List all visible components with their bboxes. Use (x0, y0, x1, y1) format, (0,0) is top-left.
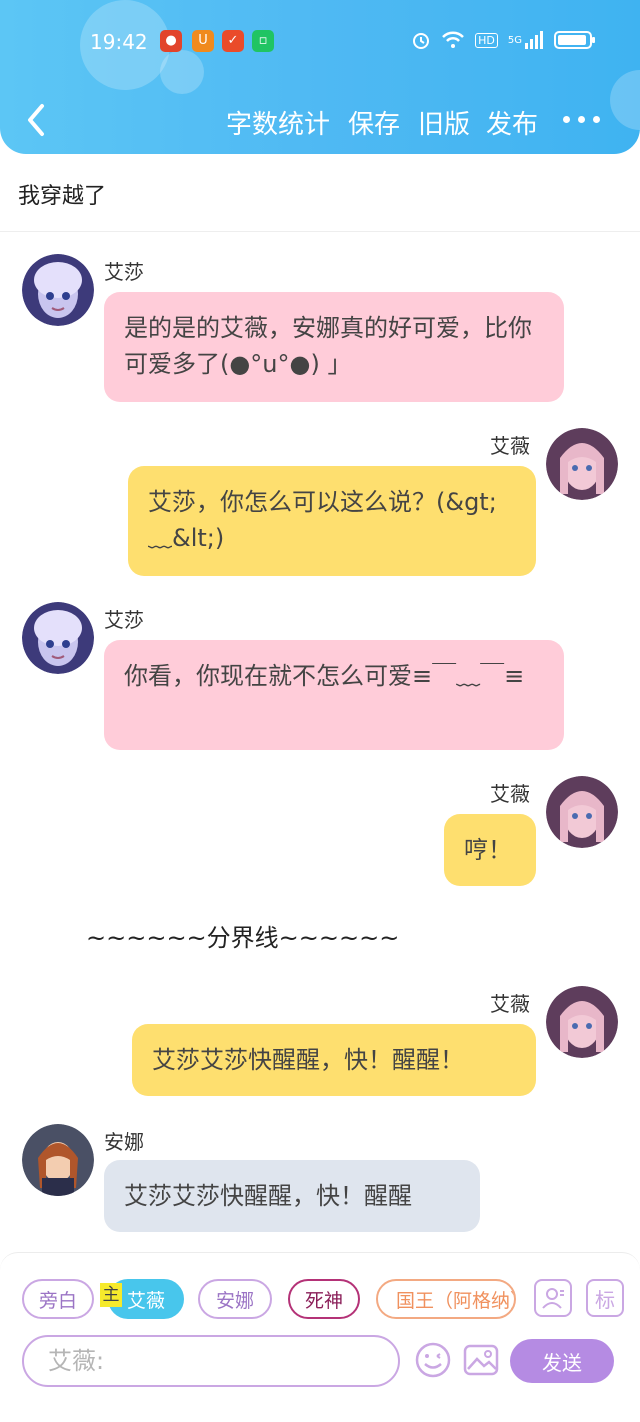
send-button[interactable]: 发送 (510, 1339, 614, 1383)
role-chip-king[interactable]: 国王（阿格纳） (376, 1279, 516, 1319)
shopping-app-icon: ✓ (222, 30, 244, 52)
battery-icon (554, 31, 595, 49)
notification-app-icon: ● (160, 30, 182, 52)
message-input[interactable]: 艾薇: (22, 1335, 400, 1387)
sender-name: 艾薇 (490, 992, 530, 1016)
market-app-icon: ▫ (252, 30, 274, 52)
character-manager-icon[interactable] (534, 1279, 572, 1317)
status-bar: 19:42 ● U ✓ ▫ HD 5G (0, 26, 640, 60)
avatar-avie[interactable] (546, 986, 618, 1058)
wifi-icon (441, 31, 465, 49)
message-bubble[interactable]: 艾莎艾莎快醒醒，快！醒醒 (104, 1160, 480, 1232)
system-icons: HD 5G (411, 30, 595, 50)
message-bubble[interactable]: 哼！ (444, 814, 536, 886)
composer-panel: 旁白 艾薇 主 安娜 死神 国王（阿格纳） 标 艾薇: 发送 (0, 1252, 640, 1402)
sender-name: 艾莎 (104, 260, 144, 284)
message-bubble[interactable]: 艾莎，你怎么可以这么说？(&gt;﹏&lt;) (128, 466, 536, 576)
role-chip-narration[interactable]: 旁白 (22, 1279, 94, 1319)
avatar-anna[interactable] (22, 1124, 94, 1196)
signal-icon: 5G (508, 31, 544, 49)
more-options-icon[interactable] (563, 116, 600, 123)
main-role-tag: 主 (100, 1283, 122, 1307)
sender-name: 安娜 (104, 1130, 144, 1154)
role-chip-death[interactable]: 死神 (288, 1279, 360, 1319)
emoji-icon[interactable] (414, 1341, 452, 1379)
sender-name: 艾薇 (490, 434, 530, 458)
alarm-icon (411, 30, 431, 50)
tag-button[interactable]: 标 (586, 1279, 624, 1317)
sender-name: 艾莎 (104, 608, 144, 632)
message-bubble[interactable]: 你看，你现在就不怎么可爱≡￣﹏￣≡ (104, 640, 564, 750)
scene-divider[interactable]: ~~~~~~分界线~~~~~~ (86, 918, 399, 953)
word-count-button[interactable]: 字数统计 (226, 104, 330, 141)
old-version-button[interactable]: 旧版 (418, 104, 470, 141)
status-time: 19:42 (90, 30, 148, 54)
save-button[interactable]: 保存 (348, 104, 400, 141)
message-bubble[interactable]: 艾莎艾莎快醒醒，快！醒醒！ (132, 1024, 536, 1096)
hd-icon: HD (475, 32, 498, 48)
story-title-row[interactable]: 我穿越了 (0, 154, 640, 232)
sender-name: 艾薇 (490, 782, 530, 806)
app-header: 19:42 ● U ✓ ▫ HD 5G 字数统计 保存 旧版 发布 (0, 0, 640, 154)
image-icon[interactable] (462, 1341, 500, 1379)
toolbar: 字数统计 保存 旧版 发布 (0, 96, 640, 146)
avatar-elsa[interactable] (22, 254, 94, 326)
message-bubble[interactable]: 是的是的艾薇，安娜真的好可爱，比你可爱多了(●°u°●)​ 」 (104, 292, 564, 402)
back-arrow-icon[interactable] (22, 102, 52, 138)
avatar-avie[interactable] (546, 428, 618, 500)
uc-browser-icon: U (192, 30, 214, 52)
network-type-label: 5G (507, 34, 522, 46)
publish-button[interactable]: 发布 (486, 104, 538, 141)
story-title: 我穿越了 (18, 184, 107, 209)
avatar-elsa[interactable] (22, 602, 94, 674)
role-chip-anna[interactable]: 安娜 (198, 1279, 272, 1319)
avatar-avie[interactable] (546, 776, 618, 848)
